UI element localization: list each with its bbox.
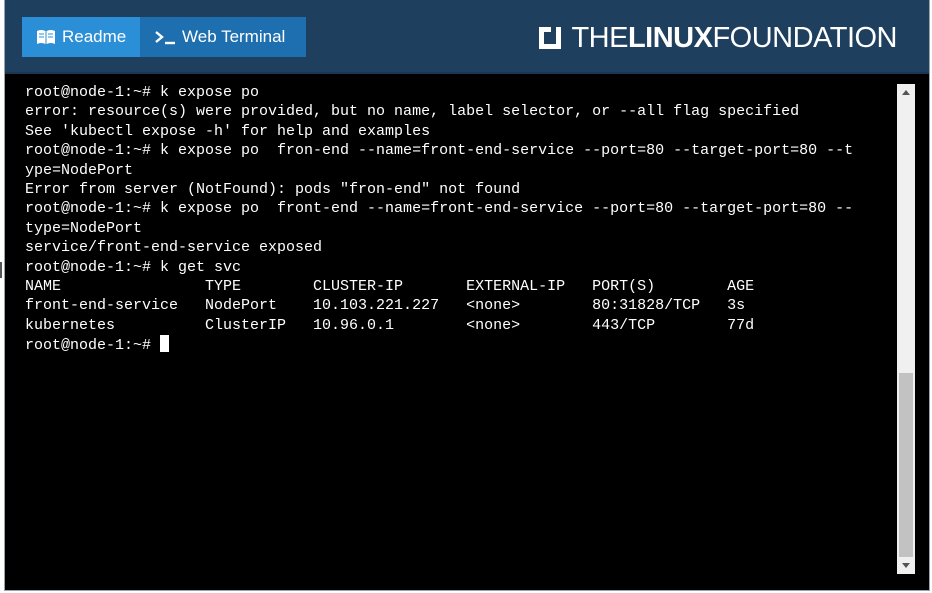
terminal-scrollbar[interactable] xyxy=(897,84,915,574)
brand-the: THE xyxy=(571,21,628,54)
terminal-line: NAME TYPE CLUSTER-IP EXTERNAL-IP PORT(S)… xyxy=(25,278,755,296)
terminal-line: root@node-1:~# k expose po fron-end --na… xyxy=(25,142,854,160)
terminal-line: front-end-service NodePort 10.103.221.22… xyxy=(25,297,746,315)
terminal-line: root@node-1:~# k expose po front-end --n… xyxy=(25,200,854,218)
terminal-prompt: root@node-1:~# xyxy=(25,337,161,355)
terminal-line: See 'kubectl expose -h' for help and exa… xyxy=(25,122,431,140)
tab-web-terminal[interactable]: Web Terminal xyxy=(140,17,306,57)
web-terminal-window: Readme Web Terminal THELINUXFOUNDATION r… xyxy=(4,0,930,591)
terminal-line: root@node-1:~# k get svc xyxy=(25,258,242,276)
top-header: Readme Web Terminal THELINUXFOUNDATION xyxy=(5,0,929,74)
terminal-cursor[interactable] xyxy=(160,335,170,353)
linux-foundation-logo: THELINUXFOUNDATION xyxy=(537,20,897,56)
terminal-line: ype=NodePort xyxy=(25,161,134,179)
brand-wordmark: THELINUXFOUNDATION xyxy=(571,22,897,55)
terminal-line: service/front-end-service exposed xyxy=(25,239,323,257)
scrollbar-thumb[interactable] xyxy=(899,373,913,557)
scroll-down-button[interactable] xyxy=(897,557,915,574)
book-icon xyxy=(36,29,56,45)
tab-readme[interactable]: Readme xyxy=(22,17,140,57)
linux-foundation-logo-icon xyxy=(539,27,562,49)
arrow-down-icon xyxy=(902,563,910,568)
terminal-output: root@node-1:~# k expose po error: resour… xyxy=(25,83,893,356)
terminal-pane[interactable]: root@node-1:~# k expose po error: resour… xyxy=(5,74,929,590)
terminal-line: kubernetes ClusterIP 10.96.0.1 <none> 44… xyxy=(25,316,755,334)
brand-foundation: FOUNDATION xyxy=(712,21,897,54)
tab-readme-label: Readme xyxy=(62,27,127,46)
terminal-line: Error from server (NotFound): pods "fron… xyxy=(25,181,521,199)
brand-linux: LINUX xyxy=(627,21,713,54)
arrow-up-icon xyxy=(902,90,910,95)
tab-web-terminal-label: Web Terminal xyxy=(182,27,286,46)
tab-bar: Readme Web Terminal xyxy=(22,17,306,57)
terminal-prompt-icon xyxy=(154,29,176,45)
window-edge-grip[interactable] xyxy=(0,262,3,278)
terminal-line: type=NodePort xyxy=(25,219,143,237)
terminal-line: error: resource(s) were provided, but no… xyxy=(25,103,800,121)
terminal-line: root@node-1:~# k expose po xyxy=(25,84,260,101)
scroll-up-button[interactable] xyxy=(897,84,915,101)
